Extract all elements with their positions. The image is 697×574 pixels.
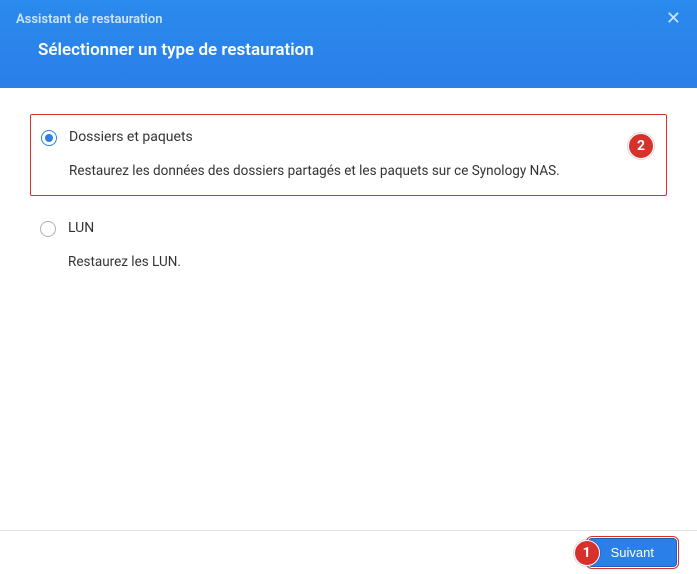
wizard-footer: 1 Suivant bbox=[0, 530, 697, 574]
options-panel: Dossiers et paquets Restaurez les donnée… bbox=[0, 88, 697, 306]
next-button[interactable]: Suivant bbox=[588, 538, 677, 567]
option-lun-title: LUN bbox=[68, 220, 647, 236]
option-lun-desc: Restaurez les LUN. bbox=[68, 254, 647, 270]
option-lun[interactable]: LUN Restaurez les LUN. bbox=[30, 206, 667, 286]
close-icon[interactable]: ✕ bbox=[666, 10, 681, 28]
radio-lun[interactable] bbox=[40, 221, 56, 237]
radio-folders-packages[interactable] bbox=[41, 130, 57, 146]
wizard-header: Assistant de restauration ✕ Sélectionner… bbox=[0, 0, 697, 88]
option-folders-title: Dossiers et paquets bbox=[69, 129, 646, 145]
option-folders-packages[interactable]: Dossiers et paquets Restaurez les donnée… bbox=[30, 114, 667, 196]
wizard-title: Assistant de restauration bbox=[16, 12, 163, 27]
option-folders-desc: Restaurez les données des dossiers parta… bbox=[69, 163, 646, 179]
step-title: Sélectionner un type de restauration bbox=[0, 28, 697, 60]
annotation-badge-1: 1 bbox=[574, 540, 600, 566]
annotation-badge-2: 2 bbox=[628, 133, 654, 159]
